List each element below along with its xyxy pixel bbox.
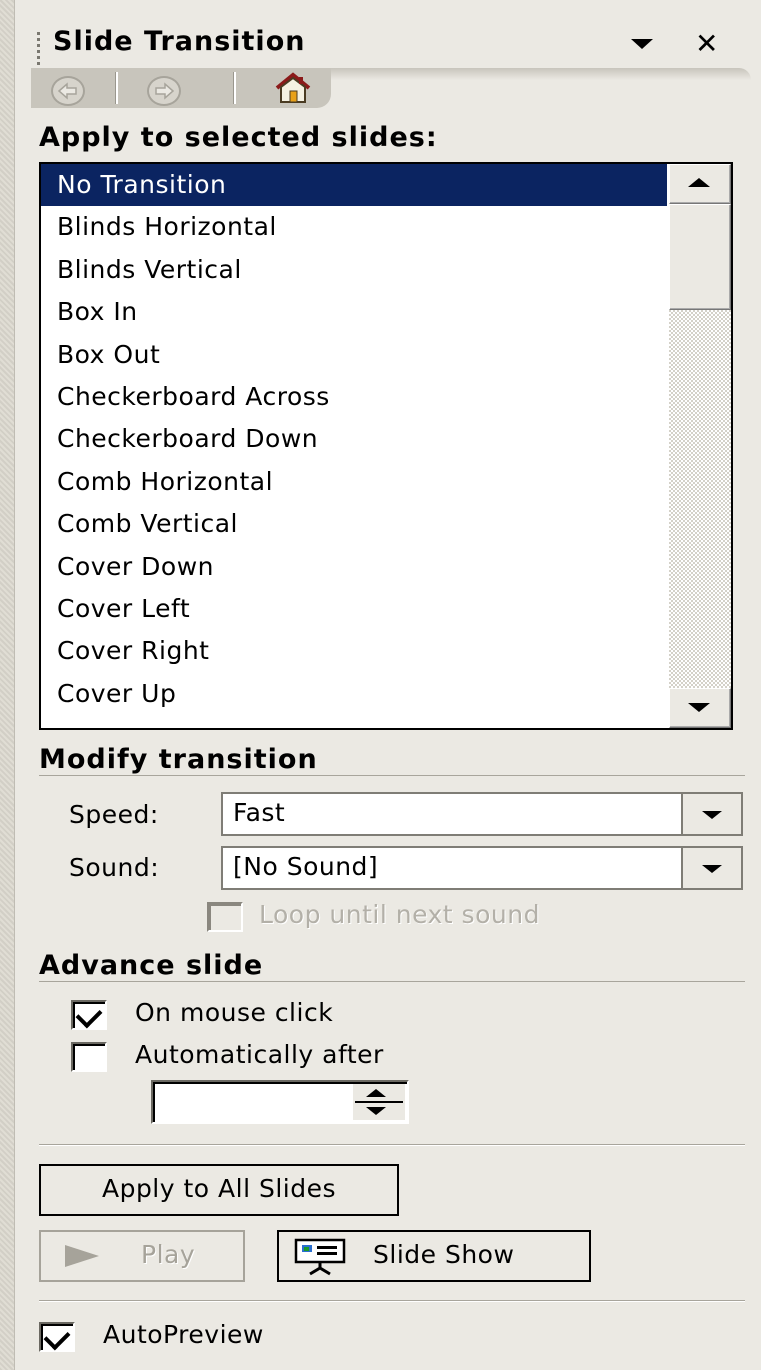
speed-value: Fast [233,798,286,827]
loop-label: Loop until next sound [259,900,540,929]
list-item[interactable]: No Transition [41,164,667,206]
list-item[interactable]: Blinds Horizontal [41,206,667,248]
checkmark-icon [75,1001,103,1029]
down-arrow-icon [688,703,710,712]
auto-after-label: Automatically after [135,1040,384,1069]
loop-checkbox[interactable] [207,902,243,932]
autopreview-label: AutoPreview [103,1320,264,1349]
section-rule [39,981,745,982]
list-item[interactable]: Cover Right [41,630,667,672]
workspace-edge [0,0,14,1370]
spinner-buttons[interactable] [353,1084,405,1120]
divider [39,1300,745,1301]
sound-combobox[interactable]: [No Sound] [221,846,743,890]
slide-show-label: Slide Show [373,1240,515,1269]
modify-section-heading: Modify transition [39,744,318,775]
task-pane-title: Slide Transition [53,26,306,57]
home-icon[interactable] [273,72,313,104]
dropdown-arrow-icon[interactable] [631,39,653,49]
sound-value: [No Sound] [233,852,379,881]
on-click-checkbox[interactable] [71,1000,107,1030]
checkmark-icon [43,1323,71,1351]
scroll-up-button[interactable] [669,164,731,204]
nav-separator [115,72,118,104]
scroll-thumb[interactable] [669,204,731,310]
listbox-scrollbar[interactable] [669,164,731,728]
list-item[interactable]: Blinds Vertical [41,249,667,291]
chevron-down-icon [702,865,722,873]
list-item[interactable]: Checkerboard Down [41,418,667,460]
nav-separator [233,72,236,104]
advance-section-heading: Advance slide [39,950,264,981]
section-rule [39,775,745,776]
autopreview-checkbox[interactable] [39,1322,75,1352]
list-item[interactable]: Checkerboard Across [41,376,667,418]
chevron-down-icon [702,811,722,819]
sound-label: Sound: [69,853,160,882]
transition-listbox[interactable]: No Transition Blinds Horizontal Blinds Ver… [39,162,733,730]
apply-to-all-button[interactable]: Apply to All Slides [39,1164,399,1216]
spinner-divider [355,1101,403,1103]
play-button[interactable]: Play [39,1230,245,1282]
auto-after-checkbox[interactable] [71,1042,107,1072]
grip-handle-icon[interactable] [37,32,40,68]
list-item[interactable]: Cover Left [41,588,667,630]
speed-label: Speed: [69,800,159,829]
back-arrow-icon[interactable] [43,76,91,106]
list-item[interactable]: Box Out [41,334,667,376]
list-item[interactable]: Comb Horizontal [41,461,667,503]
task-pane: Slide Transition ✕ Apply to selected sli… [14,0,761,1370]
auto-after-spinner[interactable] [151,1080,409,1124]
spin-down-icon[interactable] [366,1107,386,1115]
speed-combobox[interactable]: Fast [221,792,743,836]
list-item[interactable]: Comb Vertical [41,503,667,545]
forward-arrow-icon[interactable] [139,76,187,106]
spin-up-icon[interactable] [366,1089,386,1097]
play-label: Play [141,1240,196,1269]
play-icon [65,1245,99,1267]
projector-screen-icon [294,1238,346,1276]
task-pane-titlebar: Slide Transition ✕ [15,14,761,68]
sound-dropdown-button[interactable] [681,848,741,888]
list-item[interactable]: Cover Down [41,546,667,588]
up-arrow-icon [688,178,710,187]
slide-show-button[interactable]: Slide Show [277,1230,591,1282]
close-icon[interactable]: ✕ [695,30,718,58]
list-item[interactable]: Box In [41,291,667,333]
divider [39,1144,745,1145]
apply-section-heading: Apply to selected slides: [39,122,438,153]
on-click-label: On mouse click [135,998,334,1027]
speed-dropdown-button[interactable] [681,794,741,834]
scroll-down-button[interactable] [669,688,731,728]
list-item[interactable]: Cover Up [41,673,667,715]
